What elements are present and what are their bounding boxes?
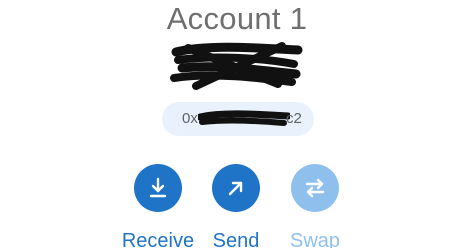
redacted-address bbox=[198, 110, 290, 126]
receive-button[interactable]: Receive bbox=[113, 164, 203, 248]
wallet-account-view: Account 1 0x c2 Receive Send Swap bbox=[0, 0, 474, 248]
send-icon-circle[interactable] bbox=[212, 164, 260, 212]
swap-arrows-icon bbox=[305, 178, 325, 198]
redacted-balance bbox=[170, 42, 303, 90]
receive-label: Receive bbox=[121, 230, 195, 248]
swap-label: Swap bbox=[289, 230, 341, 248]
receive-icon-circle[interactable] bbox=[134, 164, 182, 212]
swap-icon-circle[interactable] bbox=[291, 164, 339, 212]
send-label: Send bbox=[212, 230, 260, 248]
send-button[interactable]: Send bbox=[191, 164, 281, 248]
address-copy-button[interactable]: 0x c2 bbox=[162, 102, 314, 136]
address-prefix: 0x bbox=[182, 110, 198, 127]
address-suffix: c2 bbox=[286, 110, 302, 127]
diagonal-arrow-icon bbox=[228, 181, 243, 196]
account-title[interactable]: Account 1 bbox=[0, 0, 474, 38]
swap-button[interactable]: Swap bbox=[270, 164, 360, 248]
download-arrow-icon bbox=[149, 177, 167, 198]
